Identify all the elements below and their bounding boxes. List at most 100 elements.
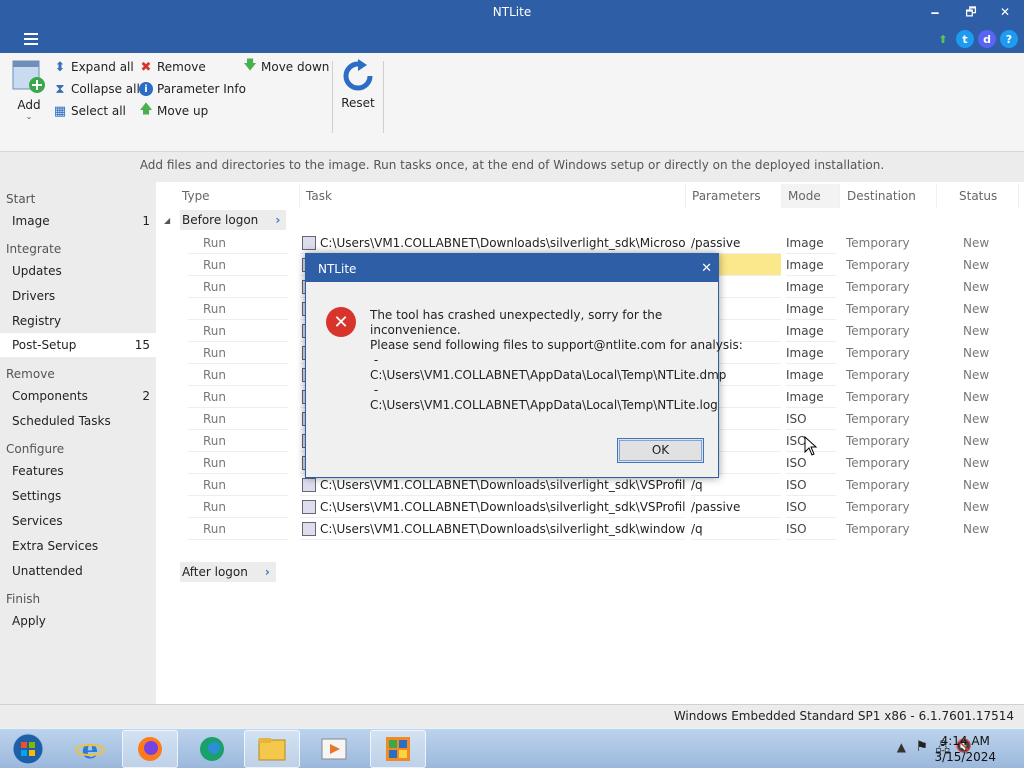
twitter-icon[interactable]: t [956, 30, 974, 48]
sidebar-item-drivers[interactable]: Drivers [0, 284, 156, 308]
up-arrow-icon[interactable]: ⬆ [934, 30, 952, 48]
type-cell: Run [188, 232, 288, 254]
type-cell: Run [188, 320, 288, 342]
collapse-all-button[interactable]: ⧗ Collapse all [53, 82, 139, 97]
action-center-flag-icon[interactable]: ⚑ [915, 739, 928, 755]
edge-icon[interactable] [184, 730, 240, 768]
select-all-button[interactable]: ▦ Select all [53, 104, 126, 119]
task-cell: C:\Users\VM1.COLLABNET\Downloads\silverl… [300, 232, 685, 254]
restore-button[interactable]: 🗗 [956, 2, 986, 22]
clock-date: 3/15/2024 [934, 750, 996, 764]
message-line: - [370, 383, 379, 397]
close-button[interactable]: ✕ [990, 2, 1020, 22]
dialog-close-button[interactable]: ✕ [701, 254, 712, 284]
column-header-parameters[interactable]: Parameters [686, 184, 782, 208]
ribbon-divider [383, 61, 384, 133]
move-down-button[interactable]: 🡇 Move down [243, 58, 330, 74]
show-hidden-icons-icon[interactable]: ▲ [897, 740, 906, 754]
x-icon: ✖ [140, 59, 152, 75]
column-header-task[interactable]: Task [300, 184, 686, 208]
sidebar-item-registry[interactable]: Registry [0, 309, 156, 333]
count-badge: 1 [142, 214, 150, 228]
chevron-down-icon: ⌄ [25, 112, 33, 121]
table-row[interactable]: Run C:\Users\VM1.COLLABNET\Downloads\silv… [156, 518, 1024, 540]
sidebar-item-settings[interactable]: Settings [0, 484, 156, 508]
type-cell: Run [188, 474, 288, 496]
message-line: Please send following files to support@n… [370, 338, 743, 352]
message-line: The tool has crashed unexpectedly, sorry… [370, 308, 663, 322]
sidebar-item-image[interactable]: Image 1 [0, 209, 156, 233]
mode-cell: ISO [786, 408, 836, 430]
sidebar-item-updates[interactable]: Updates [0, 259, 156, 283]
dialog-message: The tool has crashed unexpectedly, sorry… [370, 308, 743, 413]
select-all-label: Select all [71, 104, 126, 118]
system-clock[interactable]: 4:14 AM 3/15/2024 [934, 733, 996, 765]
menu-bar: ⬆ t d ? [0, 26, 1024, 53]
destination-cell: Temporary [846, 302, 910, 316]
file-icon [302, 522, 316, 536]
table-row[interactable]: Run C:\Users\VM1.COLLABNET\Downloads\silv… [156, 496, 1024, 518]
reset-button[interactable]: Reset [340, 59, 376, 110]
add-button[interactable]: Add ⌄ [10, 59, 48, 121]
sidebar-item-post-setup[interactable]: Post-Setup 15 [0, 333, 156, 357]
parameter-info-label: Parameter Info [157, 82, 246, 96]
chevron-right-icon: › [264, 565, 270, 579]
ok-button[interactable]: OK [617, 438, 704, 463]
column-header-mode[interactable]: Mode [782, 184, 840, 208]
move-down-label: Move down [261, 60, 330, 74]
column-header-destination[interactable]: Destination [841, 184, 937, 208]
group-after-logon[interactable]: After logon › [180, 562, 276, 582]
type-cell: Run [188, 254, 288, 276]
sidebar-item-unattended[interactable]: Unattended [0, 559, 156, 583]
info-icon: i [139, 82, 153, 96]
sidebar-item-services[interactable]: Services [0, 509, 156, 533]
crash-dialog: NTLite ✕ ✕ The tool has crashed unexpect… [305, 253, 743, 478]
move-up-label: Move up [157, 104, 209, 118]
sidebar-item-components[interactable]: Components 2 [0, 384, 156, 408]
column-header-status[interactable]: Status [953, 184, 1019, 208]
expand-all-label: Expand all [71, 60, 134, 74]
dialog-title: NTLite [318, 262, 357, 276]
collapse-triangle-icon[interactable]: ◢ [164, 216, 170, 225]
section-remove: Remove [6, 367, 55, 381]
column-header-type[interactable]: Type [176, 184, 300, 208]
internet-explorer-icon[interactable]: e [62, 730, 118, 768]
minimize-button[interactable]: 🗕 [920, 2, 950, 22]
add-icon [12, 60, 45, 93]
sidebar-item-features[interactable]: Features [0, 459, 156, 483]
group-before-logon[interactable]: Before logon › [180, 210, 287, 230]
file-explorer-icon[interactable] [244, 730, 300, 768]
destination-cell: Temporary [846, 500, 910, 514]
type-cell: Run [188, 430, 288, 452]
media-player-icon[interactable] [306, 730, 362, 768]
sidebar: Start Image 1 Integrate Updates Drivers R… [0, 182, 156, 704]
sidebar-item-apply[interactable]: Apply [0, 609, 156, 633]
destination-cell: Temporary [846, 368, 910, 382]
add-label: Add [17, 98, 41, 112]
discord-icon[interactable]: d [978, 30, 996, 48]
group-label: After logon [182, 565, 248, 579]
remove-button[interactable]: ✖ Remove [139, 59, 206, 75]
move-up-button[interactable]: 🡅 Move up [139, 102, 209, 118]
firefox-icon[interactable] [122, 730, 178, 768]
help-icon[interactable]: ? [1000, 30, 1018, 48]
mode-cell: ISO [786, 474, 836, 496]
parameter-info-button[interactable]: i Parameter Info [139, 82, 246, 96]
type-cell: Run [188, 452, 288, 474]
refresh-icon [343, 59, 373, 91]
expand-all-button[interactable]: ⬍ Expand all [53, 60, 134, 75]
task-cell: C:\Users\VM1.COLLABNET\Downloads\silverl… [300, 496, 685, 518]
sidebar-item-label: Image [12, 214, 50, 228]
hamburger-menu-icon[interactable] [24, 33, 38, 45]
start-orb-icon[interactable] [0, 730, 56, 768]
task-path: C:\Users\VM1.COLLABNET\Downloads\silverl… [320, 522, 685, 536]
mode-cell: Image [786, 386, 836, 408]
table-row[interactable]: Run C:\Users\VM1.COLLABNET\Downloads\silv… [156, 232, 1024, 254]
sidebar-item-scheduled-tasks[interactable]: Scheduled Tasks [0, 409, 156, 433]
ntlite-icon[interactable] [370, 730, 426, 768]
arrow-up-icon: 🡅 [139, 102, 153, 117]
error-icon: ✕ [326, 307, 356, 337]
status-cell: New [963, 412, 990, 426]
status-cell: New [963, 478, 990, 492]
sidebar-item-extra-services[interactable]: Extra Services [0, 534, 156, 558]
